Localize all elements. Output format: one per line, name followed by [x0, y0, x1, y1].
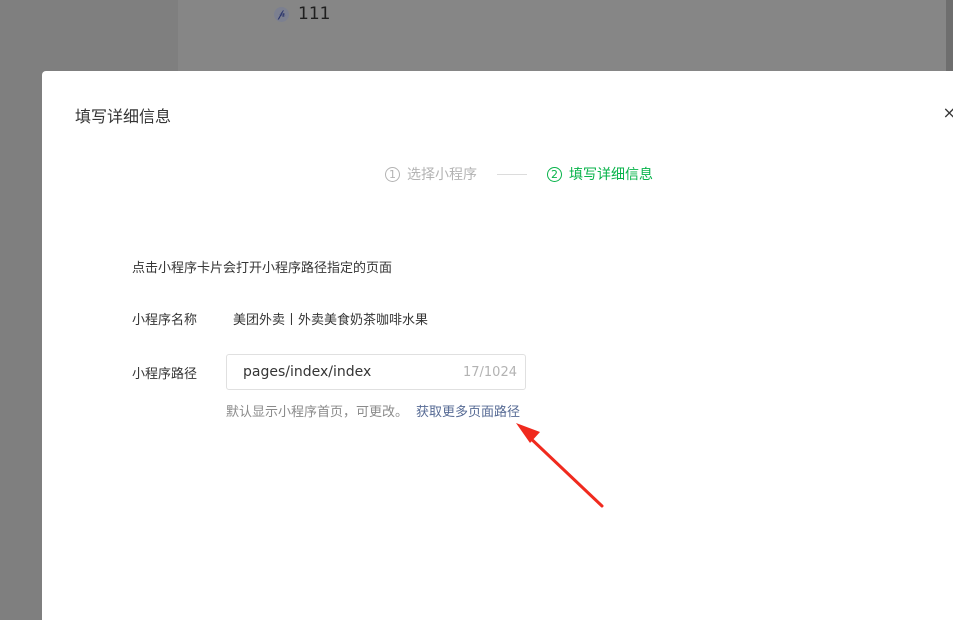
annotation-arrow-head [516, 423, 540, 443]
annotation-arrow-shaft [524, 432, 604, 508]
annotation-arrow [516, 423, 604, 508]
